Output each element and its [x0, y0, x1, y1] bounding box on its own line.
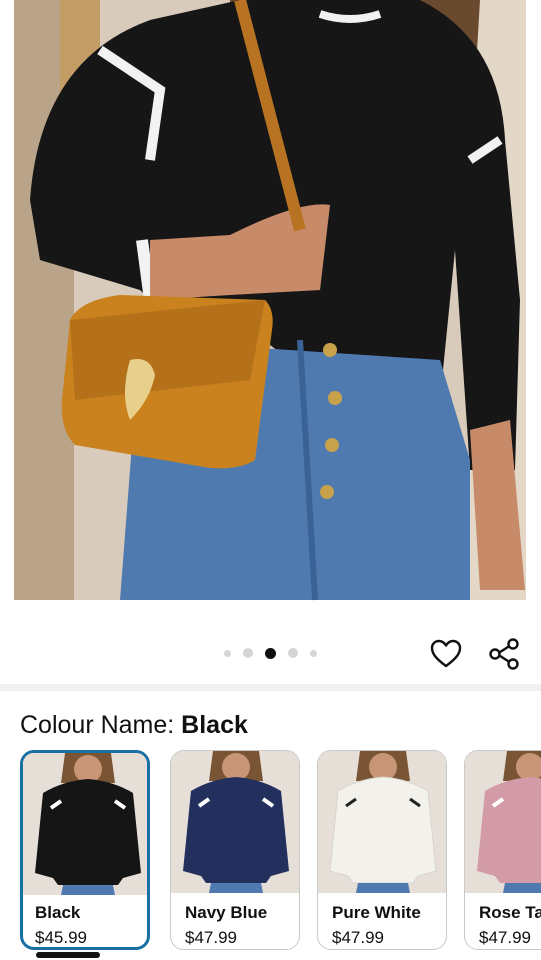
colour-name-value: Black	[181, 711, 248, 739]
swatch-price: $47.99	[479, 928, 531, 947]
heart-icon	[430, 639, 462, 668]
colour-swatch-list[interactable]: Black $45.99 Navy Blue $47.99 Pure White…	[20, 750, 541, 960]
product-image[interactable]	[0, 0, 541, 610]
carousel-dot-2[interactable]	[243, 648, 253, 658]
home-indicator	[36, 952, 100, 958]
share-button[interactable]	[486, 636, 522, 672]
swatch-thumbnail	[171, 751, 299, 893]
swatch-pure-white[interactable]: Pure White $47.99	[317, 750, 447, 950]
swatch-price: $47.99	[332, 928, 384, 947]
colour-name-prefix: Colour Name:	[20, 711, 182, 739]
carousel-dot-4[interactable]	[288, 648, 298, 658]
swatch-price: $47.99	[185, 928, 237, 947]
carousel-dot-3-active[interactable]	[265, 647, 276, 659]
swatch-name: Rose Taupe	[479, 903, 541, 922]
swatch-name: Navy Blue	[185, 903, 268, 922]
carousel-dot-1[interactable]	[224, 649, 231, 657]
swatch-sweater	[477, 777, 541, 883]
swatch-sweater	[183, 777, 289, 883]
section-divider	[0, 684, 541, 691]
swatch-sweater	[35, 779, 141, 885]
swatch-thumbnail	[23, 753, 147, 895]
favorite-button[interactable]	[428, 636, 464, 672]
carousel-dot-5[interactable]	[310, 649, 317, 657]
swatch-thumbnail	[465, 751, 541, 893]
swatch-navy-blue[interactable]: Navy Blue $47.99	[170, 750, 300, 950]
swatch-black[interactable]: Black $45.99	[20, 750, 150, 950]
product-photo	[0, 0, 541, 610]
share-icon	[489, 638, 519, 670]
swatch-name: Pure White	[332, 903, 421, 922]
swatch-rose-taupe[interactable]: Rose Taupe $47.99	[464, 750, 541, 950]
swatch-thumbnail	[318, 751, 446, 893]
colour-name-label: Colour Name: Black	[20, 711, 248, 740]
swatch-price: $45.99	[35, 928, 87, 947]
swatch-name: Black	[35, 903, 81, 922]
swatch-sweater	[329, 776, 437, 884]
